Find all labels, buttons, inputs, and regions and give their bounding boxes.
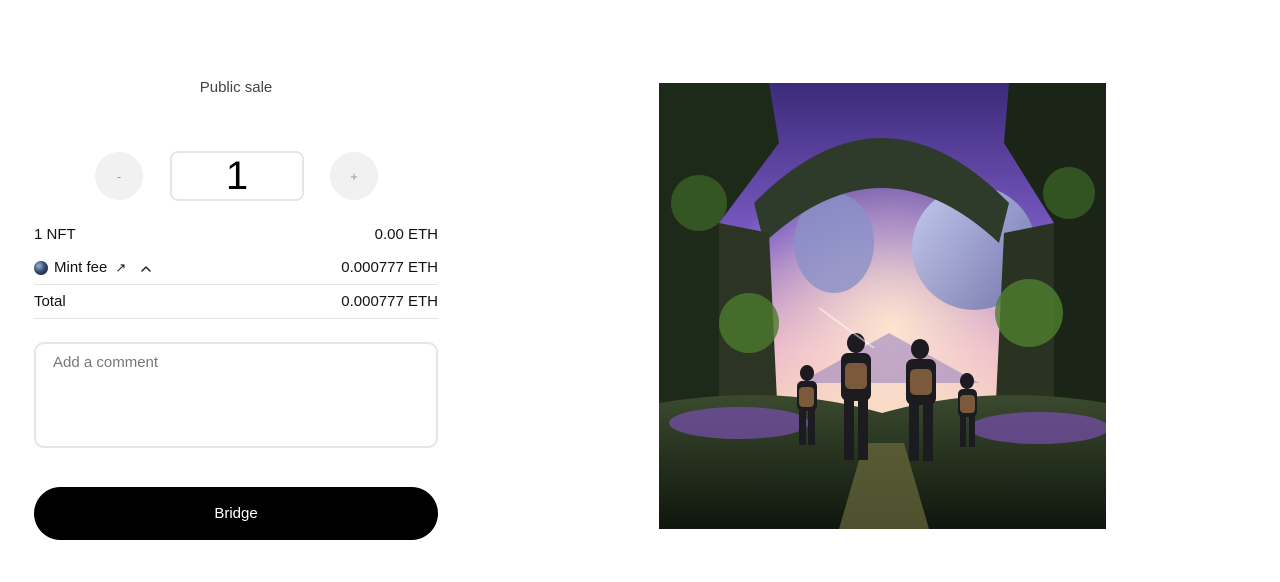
mint-fee-row: Mint fee ↗ 0.000777 ETH xyxy=(34,251,438,285)
comment-input[interactable] xyxy=(34,342,438,448)
increment-button[interactable]: + xyxy=(330,152,378,200)
sale-title: Public sale xyxy=(199,79,273,96)
globe-icon xyxy=(34,260,48,275)
mint-fee-label: Mint fee xyxy=(54,259,108,276)
quantity-input[interactable]: 1 xyxy=(170,151,304,201)
nft-artwork-image xyxy=(659,83,1106,529)
quantity-stepper: - 1 + xyxy=(34,151,438,201)
mint-fee-value: 0.000777 ETH xyxy=(341,259,438,276)
total-row: Total 0.000777 ETH xyxy=(34,285,438,319)
nft-count-label: 1 NFT xyxy=(34,225,76,243)
decrement-button[interactable]: - xyxy=(95,152,143,200)
bridge-button[interactable]: Bridge xyxy=(34,487,438,540)
chevron-up-icon[interactable] xyxy=(140,262,152,274)
mint-page: Public sale - 1 + 1 NFT 0.00 ETH Mint fe… xyxy=(0,0,1280,582)
total-value: 0.000777 ETH xyxy=(341,293,438,310)
nft-price-value: 0.00 ETH xyxy=(374,225,438,243)
total-label: Total xyxy=(34,293,66,310)
mint-fee-info: Mint fee ↗ xyxy=(34,259,152,276)
nft-price-row: 1 NFT 0.00 ETH xyxy=(34,217,438,251)
external-link-icon[interactable]: ↗ xyxy=(115,260,126,276)
